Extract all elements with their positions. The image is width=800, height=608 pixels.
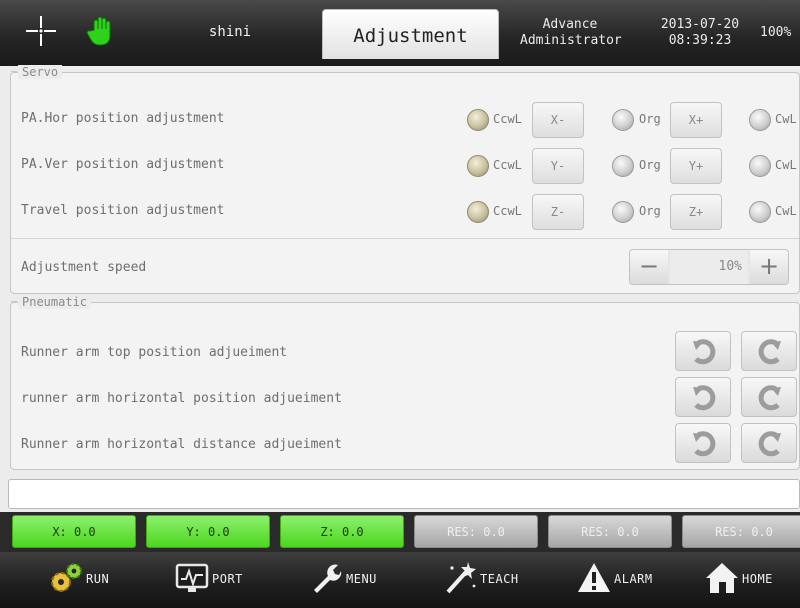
x-coordinate: X: 0.0: [12, 515, 136, 548]
z-minus-button[interactable]: Z-: [532, 194, 584, 230]
reserved-coordinate: RES: 0.0: [414, 515, 538, 548]
y-coordinate: Y: 0.0: [146, 515, 270, 548]
nav-run-label: RUN: [86, 572, 110, 586]
rotate-left-button[interactable]: [675, 331, 731, 371]
speed-increase-button[interactable]: +: [750, 250, 788, 284]
nav-home-button[interactable]: HOME: [664, 552, 796, 608]
rotate-right-icon: [758, 431, 781, 457]
access-level[interactable]: Advance Administrator: [520, 17, 622, 49]
origin-led: [612, 155, 634, 177]
cw-limit-label: CwL: [775, 158, 797, 172]
gears-icon: [51, 563, 82, 592]
origin-led: [612, 201, 634, 223]
nav-alarm-label: ALARM: [614, 572, 653, 586]
percent-indicator: 100%: [760, 25, 792, 40]
bottom-nav: RUN PORT MENU TEACH ALARM HOME: [0, 552, 800, 608]
pneumatic-section: Pneumatic Runner arm top position adjuei…: [10, 295, 800, 470]
pneumatic-legend: Pneumatic: [10, 295, 92, 309]
rotate-right-icon: [758, 339, 781, 365]
nav-alarm-button[interactable]: ALARM: [536, 552, 668, 608]
ccw-limit-label: CcwL: [493, 204, 522, 218]
cw-limit-led: [749, 201, 771, 223]
nav-home-label: HOME: [742, 572, 773, 586]
nav-port-label: PORT: [212, 572, 243, 586]
nav-menu-label: MENU: [346, 572, 377, 586]
z-plus-button[interactable]: Z+: [670, 194, 722, 230]
nav-teach-button[interactable]: TEACH: [402, 552, 534, 608]
ccw-limit-led: [467, 155, 489, 177]
ccw-limit-led: [467, 201, 489, 223]
message-bar: [8, 479, 800, 509]
speed-stepper[interactable]: − 10% +: [629, 249, 789, 285]
origin-led: [612, 109, 634, 131]
rotate-left-icon: [693, 385, 716, 411]
servo-legend: Servo: [10, 65, 63, 79]
magic-wand-icon: [446, 562, 476, 594]
origin-label: Org: [639, 112, 661, 126]
rotate-right-button[interactable]: [741, 377, 797, 417]
ccw-limit-led: [467, 109, 489, 131]
reserved-coordinate: RES: 0.0: [682, 515, 800, 548]
access-role: Administrator: [520, 33, 622, 48]
nav-port-button[interactable]: PORT: [134, 552, 266, 608]
date: 2013-07-20: [660, 17, 740, 32]
cw-limit-led: [749, 155, 771, 177]
home-icon: [706, 563, 738, 593]
rotate-right-icon: [758, 385, 781, 411]
coordinate-bar: X: 0.0 Y: 0.0 Z: 0.0 RES: 0.0 RES: 0.0 R…: [0, 512, 800, 552]
ccw-limit-label: CcwL: [493, 112, 522, 126]
origin-label: Org: [639, 158, 661, 172]
pneumatic-row-label: runner arm horizontal position adjueimen…: [21, 391, 342, 406]
wrench-icon: [314, 564, 342, 593]
nav-teach-label: TEACH: [480, 572, 519, 586]
servo-row-label: Travel position adjustment: [21, 203, 225, 218]
cw-limit-label: CwL: [775, 204, 797, 218]
rotate-left-icon: [693, 339, 716, 365]
ccw-limit-label: CcwL: [493, 158, 522, 172]
speed-label: Adjustment speed: [21, 260, 147, 275]
monitor-icon: [175, 563, 209, 592]
servo-row-label: PA.Hor position adjustment: [21, 111, 225, 126]
cw-limit-led: [749, 109, 771, 131]
reserved-coordinate: RES: 0.0: [548, 515, 672, 548]
section-divider: [11, 238, 799, 239]
rotate-right-button[interactable]: [741, 331, 797, 371]
rotate-left-button[interactable]: [675, 423, 731, 463]
access-mode: Advance: [542, 17, 598, 32]
crosshair-icon[interactable]: [24, 14, 58, 48]
rotate-left-icon: [693, 431, 716, 457]
z-coordinate: Z: 0.0: [280, 515, 404, 548]
hand-icon[interactable]: [86, 14, 120, 48]
warning-icon: [578, 563, 610, 592]
nav-run-button[interactable]: RUN: [8, 552, 140, 608]
y-plus-button[interactable]: Y+: [670, 148, 722, 184]
origin-label: Org: [639, 204, 661, 218]
x-plus-button[interactable]: X+: [670, 102, 722, 138]
header-bar: shini Adjustment Advance Administrator 2…: [0, 0, 800, 66]
pneumatic-row-label: Runner arm top position adjueiment: [21, 345, 288, 360]
speed-value[interactable]: 10%: [670, 250, 748, 284]
user-name: shini: [208, 24, 252, 40]
y-minus-button[interactable]: Y-: [532, 148, 584, 184]
date-time: 2013-07-20 08:39:23: [654, 17, 746, 49]
time: 08:39:23: [668, 33, 732, 48]
servo-row-label: PA.Ver position adjustment: [21, 157, 225, 172]
rotate-right-button[interactable]: [741, 423, 797, 463]
pneumatic-row-label: Runner arm horizontal distance adjueimen…: [21, 437, 342, 452]
x-minus-button[interactable]: X-: [532, 102, 584, 138]
nav-menu-button[interactable]: MENU: [268, 552, 400, 608]
rotate-left-button[interactable]: [675, 377, 731, 417]
page-title-tab: Adjustment: [322, 9, 499, 59]
servo-section: Servo PA.Hor position adjustment CcwL X-…: [10, 65, 800, 294]
cw-limit-label: CwL: [775, 112, 797, 126]
speed-decrease-button[interactable]: −: [630, 250, 668, 284]
